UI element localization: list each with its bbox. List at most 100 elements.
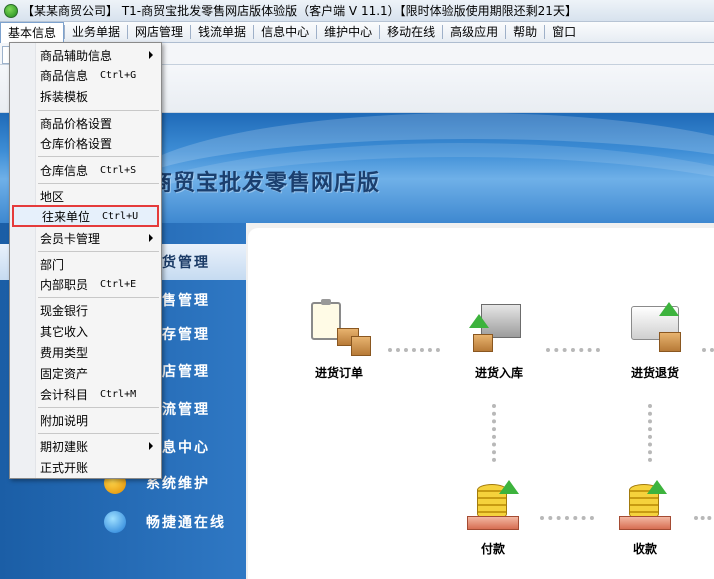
submenu-arrow-icon <box>149 234 153 242</box>
menu-mobile-online[interactable]: 移动在线 <box>380 22 442 43</box>
nav-item-label: 店管理 <box>162 364 210 380</box>
purchase-order-icon <box>307 299 371 360</box>
app-logo-icon <box>4 3 18 18</box>
menu-item-label: 仓库价格设置 <box>40 136 113 151</box>
menu-item-shortcut: Ctrl+E <box>100 278 137 290</box>
menu-item-shortcut: Ctrl+U <box>102 210 139 222</box>
menu-item-member-card-management[interactable]: 会员卡管理 <box>12 228 159 248</box>
menu-item-product-aux-info[interactable]: 商品辅助信息 <box>12 45 159 65</box>
menu-item-internal-staff[interactable]: 内部职员 Ctrl+E <box>12 274 159 294</box>
flow-purchase-order[interactable]: 进货订单 <box>284 299 394 381</box>
flow-purchase-return[interactable]: 进货退货 <box>600 300 710 381</box>
menu-item-label: 现金银行 <box>40 303 89 318</box>
flow-receipt[interactable]: 收款 <box>590 476 700 557</box>
title-bar: 【某某商贸公司】 T1-商贸宝批发零售网店版体验版（客户端 V 11.1）【限时… <box>0 0 714 22</box>
menu-item-opening-setup[interactable]: 期初建账 <box>12 436 159 456</box>
menu-business-docs[interactable]: 业务单据 <box>65 22 127 43</box>
menu-item-label: 商品信息 <box>40 68 89 83</box>
nav-item-label: 存管理 <box>162 327 210 343</box>
menu-item-assembly-template[interactable]: 拆装模板 <box>12 86 159 106</box>
menu-item-shortcut: Ctrl+G <box>100 69 137 81</box>
menu-item-label: 固定资产 <box>40 366 89 381</box>
menu-separator <box>38 433 159 434</box>
menu-item-warehouse-info[interactable]: 仓库信息 Ctrl+S <box>12 160 159 180</box>
menu-shop-management[interactable]: 网店管理 <box>128 22 190 43</box>
nav-item-label: 售管理 <box>162 293 210 309</box>
flow-payment[interactable]: 付款 <box>438 476 548 557</box>
menu-separator <box>38 110 159 111</box>
menu-separator <box>38 251 159 252</box>
basic-info-dropdown-menu: 商品辅助信息 商品信息 Ctrl+G 拆装模板 商品价格设置 仓库价格设置 仓库… <box>9 42 162 479</box>
nav-item-label: 货管理 <box>162 255 210 271</box>
menu-item-additional-notes[interactable]: 附加说明 <box>12 410 159 430</box>
window-title: 【某某商贸公司】 T1-商贸宝批发零售网店版体验版（客户端 V 11.1）【限时… <box>22 4 577 18</box>
menu-item-label: 会计科目 <box>40 387 89 402</box>
flow-connector <box>540 516 594 520</box>
menu-bar: 基本信息 业务单据 网店管理 钱流单据 信息中心 维护中心 移动在线 高级应用 … <box>0 21 714 43</box>
menu-item-department[interactable]: 部门 <box>12 254 159 274</box>
menu-item-label: 正式开账 <box>40 460 89 475</box>
menu-item-region[interactable]: 地区 <box>12 186 159 206</box>
menu-item-shortcut: Ctrl+M <box>100 388 137 400</box>
flow-purchase-in[interactable]: 进货入库 <box>444 300 554 381</box>
submenu-arrow-icon <box>149 442 153 450</box>
menu-separator <box>38 407 159 408</box>
flow-node-label: 收款 <box>632 542 657 556</box>
menu-item-product-info[interactable]: 商品信息 Ctrl+G <box>12 65 159 85</box>
purchase-in-icon <box>467 300 531 360</box>
menu-maintenance-center[interactable]: 维护中心 <box>317 22 379 43</box>
flow-node-label: 付款 <box>480 542 505 556</box>
flow-node-label: 进货订单 <box>314 366 363 380</box>
menu-item-label: 会员卡管理 <box>40 231 101 246</box>
menu-item-label: 费用类型 <box>40 345 89 360</box>
menu-item-label: 其它收入 <box>40 324 89 339</box>
menu-item-cash-bank[interactable]: 现金银行 <box>12 300 159 320</box>
menu-item-warehouse-price-settings[interactable]: 仓库价格设置 <box>12 133 159 153</box>
menu-item-label: 期初建账 <box>40 439 89 454</box>
menu-cash-docs[interactable]: 钱流单据 <box>191 22 253 43</box>
menu-item-shortcut: Ctrl+S <box>100 164 137 176</box>
menu-item-label: 往来单位 <box>42 209 91 224</box>
menu-item-label: 拆装模板 <box>40 89 89 104</box>
nav-item-label: 流管理 <box>162 402 210 418</box>
product-brand-title: 商贸宝批发零售网店版 <box>150 171 381 196</box>
flow-node-label: 进货退货 <box>630 366 679 380</box>
menu-item-product-price-settings[interactable]: 商品价格设置 <box>12 113 159 133</box>
flow-connector <box>388 348 440 352</box>
nav-item-label: 畅捷通在线 <box>146 515 226 531</box>
menu-item-label: 仓库信息 <box>40 163 89 178</box>
flow-connector <box>702 348 714 352</box>
menu-info-center[interactable]: 信息中心 <box>254 22 316 43</box>
menu-item-fixed-assets[interactable]: 固定资产 <box>12 363 159 383</box>
menu-item-other-income[interactable]: 其它收入 <box>12 321 159 341</box>
menu-help[interactable]: 帮助 <box>506 22 544 43</box>
menu-separator <box>38 183 159 184</box>
nav-item-label: 息中心 <box>162 440 210 456</box>
flow-connector <box>546 348 600 352</box>
flow-connector <box>648 404 652 462</box>
menu-item-accounting-subjects[interactable]: 会计科目 Ctrl+M <box>12 384 159 404</box>
menu-separator <box>38 156 159 157</box>
globe-icon <box>104 511 126 533</box>
payment-icon <box>461 476 525 536</box>
receipt-icon <box>613 476 677 536</box>
flow-node-label: 进货入库 <box>474 366 523 380</box>
menu-item-business-partners[interactable]: 往来单位 Ctrl+U <box>12 205 159 227</box>
menu-item-label: 商品价格设置 <box>40 116 113 131</box>
menu-item-label: 附加说明 <box>40 413 89 428</box>
submenu-arrow-icon <box>149 51 153 59</box>
menu-item-label: 内部职员 <box>40 277 89 292</box>
menu-item-label: 地区 <box>40 189 65 204</box>
menu-window[interactable]: 窗口 <box>545 22 583 43</box>
menu-item-label: 商品辅助信息 <box>40 48 113 63</box>
workflow-panel: 进货订单 进货入库 进货退货 付款 收款 <box>248 228 714 579</box>
menu-item-formal-opening[interactable]: 正式开账 <box>12 457 159 477</box>
menu-basic-info[interactable]: 基本信息 <box>0 21 65 43</box>
menu-item-expense-type[interactable]: 费用类型 <box>12 342 159 362</box>
flow-connector <box>694 516 714 520</box>
menu-advanced[interactable]: 高级应用 <box>443 22 505 43</box>
nav-item-chanjet-online[interactable]: 畅捷通在线 <box>0 504 246 540</box>
menu-separator <box>38 297 159 298</box>
menu-item-label: 部门 <box>40 257 65 272</box>
flow-connector <box>492 404 496 462</box>
